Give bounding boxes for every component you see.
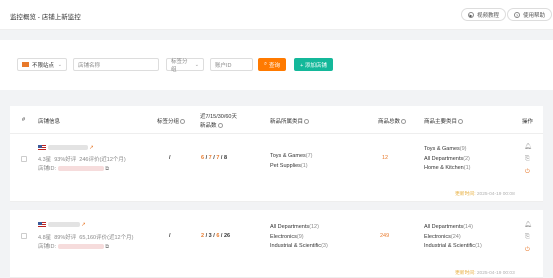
site-select-value: 不限站点 <box>32 62 55 69</box>
play-icon: ▶ <box>468 11 474 18</box>
copy-icon[interactable]: ⧉ <box>105 244 109 250</box>
help-icon <box>401 119 407 125</box>
shop-name-redacted <box>47 145 88 151</box>
update-time: 更新时间: 2025-04-19 00:08 <box>455 192 515 197</box>
tag-group-value: 标签分组 <box>171 58 188 73</box>
site-flag-icon <box>22 62 29 67</box>
shop-stats: 4.3星 93%好评 246评价(近12个月) <box>38 157 126 163</box>
shop-name-redacted <box>47 222 80 228</box>
shop-name-input[interactable]: 店铺名称 <box>73 58 159 71</box>
row-checkbox[interactable] <box>21 233 27 239</box>
breadcrumb: 监控概览 - 店铺上新监控 <box>10 14 81 21</box>
category-item: Home & Kitchen(1) <box>424 165 471 171</box>
chevron-down-icon: ⌄ <box>194 61 199 68</box>
shop-title[interactable]: ↗ <box>38 222 86 228</box>
new-category-list: All Departments(12) Electronics(9) Indus… <box>270 223 328 252</box>
help-label: 使用帮助 <box>523 12 546 19</box>
bell-icon[interactable]: 🔔︎ <box>524 143 532 150</box>
col-tag-group: 标签分组 <box>157 117 186 125</box>
shop-id-redacted <box>57 166 104 172</box>
total-products[interactable]: 12 <box>382 155 388 161</box>
chevron-down-icon: ⌄ <box>57 61 62 68</box>
col-new-products-line2: 新品数 <box>200 121 223 129</box>
main-category-list: All Departments(14) Electronics(24) Indu… <box>424 223 482 252</box>
category-item: Pet Supplies(1) <box>270 162 308 169</box>
help-icon <box>458 119 464 125</box>
video-tutorial-button[interactable]: ▶ 视频教程 <box>461 8 507 21</box>
col-index: # <box>22 117 26 123</box>
help-icon: ? <box>514 11 520 18</box>
export-icon[interactable]: ⎘ <box>525 156 530 163</box>
power-icon[interactable]: ⏻ <box>525 169 530 176</box>
main-category-list: Toys & Games(9) All Departments(2) Home … <box>424 145 470 174</box>
category-item: Electronics(24) <box>424 233 461 240</box>
site-select[interactable]: 不限站点 ⌄ <box>17 58 67 71</box>
category-item: Toys & Games(9) <box>424 146 467 152</box>
search-button-label: 查询 <box>269 62 281 69</box>
export-icon[interactable]: ⎘ <box>525 234 530 241</box>
shop-name-placeholder: 店铺名称 <box>78 62 101 69</box>
category-item: Electronics(9) <box>270 233 304 240</box>
copy-icon[interactable]: ⧉ <box>105 166 109 172</box>
table-row: ↗ 4.3星 93%好评 246评价(近12个月) 店铺ID: ⧉ / 6 / … <box>10 134 543 202</box>
bell-icon[interactable]: 🔔︎ <box>524 221 532 228</box>
add-shop-button[interactable]: + 添加店铺 <box>294 58 333 71</box>
new-product-counts: 2 / 3 / 6 / 26 <box>201 233 231 239</box>
external-link-icon[interactable]: ↗ <box>81 222 86 228</box>
col-new-categories: 新品所属类目 <box>270 117 310 125</box>
col-product-categories: 商品主要类目 <box>424 117 464 125</box>
tag-group-value: / <box>169 155 171 161</box>
us-flag-icon <box>38 145 46 151</box>
table-header: # 店铺信息 标签分组 近7/15/30/60天 新品数 新品所属类目 商品总数… <box>10 106 543 134</box>
total-products[interactable]: 249 <box>380 233 389 239</box>
help-button[interactable]: ? 使用帮助 <box>507 8 553 21</box>
help-icon <box>217 123 223 129</box>
col-total-products: 商品总数 <box>378 117 407 125</box>
row-checkbox[interactable] <box>21 156 27 162</box>
category-item: All Departments(2) <box>424 155 470 162</box>
seller-id-input[interactable]: 账户ID <box>210 58 253 71</box>
category-item: Toys & Games(7) <box>270 153 313 159</box>
page-header: 监控概览 - 店铺上新监控 ▶ 视频教程 ? 使用帮助 <box>0 0 553 30</box>
update-time: 更新时间: 2025-04-19 00:03 <box>455 271 515 276</box>
shop-id: 店铺ID: ⧉ <box>38 244 110 250</box>
search-icon: ⌕ <box>263 61 268 67</box>
search-button[interactable]: ⌕ 查询 <box>258 58 286 71</box>
shop-id: 店铺ID: ⧉ <box>38 166 110 172</box>
video-tutorial-label: 视频教程 <box>477 12 500 19</box>
external-link-icon[interactable]: ↗ <box>89 145 94 151</box>
tag-group-select[interactable]: 标签分组 ⌄ <box>166 58 204 73</box>
new-product-counts: 6 / 7 / 7 / 8 <box>201 155 228 161</box>
category-item: Industrial & Scientific(1) <box>424 243 482 249</box>
shop-stats: 4.8星 89%好评 65,160评价(近12个月) <box>38 235 134 241</box>
shop-title[interactable]: ↗ <box>38 145 94 151</box>
col-actions: 操作 <box>522 119 534 125</box>
help-icon <box>304 119 310 125</box>
col-shop-info: 店铺信息 <box>38 119 61 125</box>
us-flag-icon <box>38 222 46 228</box>
category-item: All Departments(12) <box>270 224 319 230</box>
category-item: Industrial & Scientific(3) <box>270 243 328 249</box>
shop-id-redacted <box>57 244 104 250</box>
category-item: All Departments(14) <box>424 224 473 230</box>
help-icon <box>180 119 186 125</box>
col-new-products-line1: 近7/15/30/60天 <box>200 114 237 120</box>
seller-id-placeholder: 账户ID <box>215 62 232 69</box>
table-row: ↗ 4.8星 89%好评 65,160评价(近12个月) 店铺ID: ⧉ / 2… <box>10 210 543 278</box>
tag-group-value: / <box>169 233 171 239</box>
power-icon[interactable]: ⏻ <box>525 247 530 254</box>
new-category-list: Toys & Games(7) Pet Supplies(1) <box>270 152 313 171</box>
